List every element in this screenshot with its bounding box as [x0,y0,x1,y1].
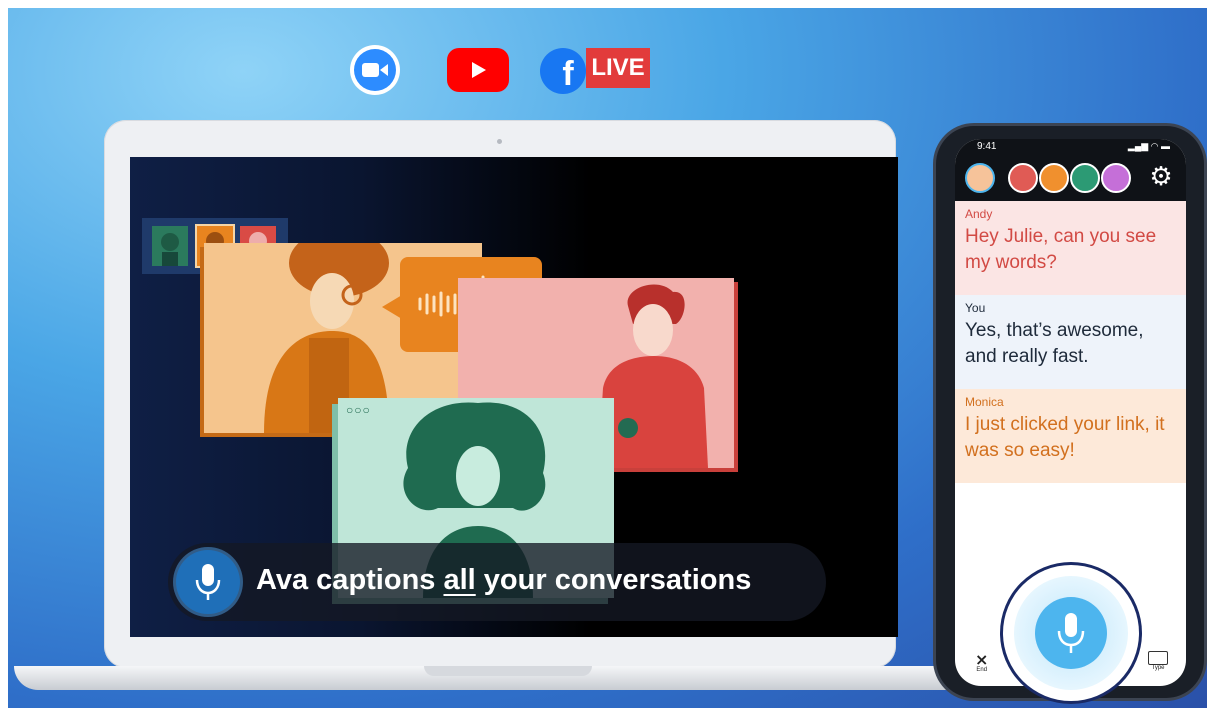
type-label: Type [1151,665,1165,671]
speech-bubble-tail [382,295,402,319]
tagline-post: your conversations [475,564,752,596]
avatar-andy[interactable] [1008,163,1038,193]
status-icons: ▂▄▆ ◠ ▬ [1127,141,1170,151]
message-sender: Monica [965,395,1004,409]
microphone-icon [1057,613,1085,653]
tagline: Ava captions all your conversations [256,564,751,597]
status-time: 9:41 [977,141,997,152]
window-controls-dots: ○○○ [346,403,371,417]
type-button[interactable]: Type [1148,651,1168,671]
message-monica: Monica I just clicked your link, it was … [955,389,1186,483]
avatar-monica[interactable] [1039,163,1069,193]
laptop-notch [424,666,592,676]
record-mic-button[interactable] [1035,597,1107,669]
message-text: I just clicked your link, it was so easy… [965,414,1165,461]
facebook-logo: f [540,48,586,94]
facebook-letter: f [562,55,574,93]
message-sender: Andy [965,207,993,221]
phone-header: 9:41 ▂▄▆ ◠ ▬ ⚙ [955,139,1186,201]
zoom-logo [350,45,400,95]
live-badge: LIVE [586,48,650,88]
message-you: You Yes, that’s awesome, and really fast… [955,295,1186,389]
youtube-logo [447,48,509,92]
youtube-play-icon [472,62,486,78]
message-andy: Andy Hey Julie, can you see my words? [955,201,1186,295]
gear-icon[interactable]: ⚙ [1147,163,1175,191]
message-text: Yes, that’s awesome, and really fast. [965,320,1144,367]
avatar-purple[interactable] [1101,163,1131,193]
zoom-camera-icon [354,49,396,91]
keyboard-icon [1148,651,1168,665]
avatar-green[interactable] [1070,163,1100,193]
microphone-icon [195,564,221,600]
message-text: Hey Julie, can you see my words? [965,226,1157,273]
thumbnail-green[interactable] [152,226,188,266]
message-sender: You [965,301,986,315]
avatar-self[interactable] [965,163,995,193]
laptop-camera [497,139,502,144]
caption-mic-button[interactable] [176,550,240,614]
tagline-pre: Ava captions [256,564,444,596]
hero-scene: f LIVE ○○○ Ava captions all your convers… [0,0,1215,716]
end-button[interactable]: × End [975,650,989,674]
close-icon: × [975,650,989,669]
end-label: End [976,667,988,673]
tagline-emphasis: all [443,564,476,596]
